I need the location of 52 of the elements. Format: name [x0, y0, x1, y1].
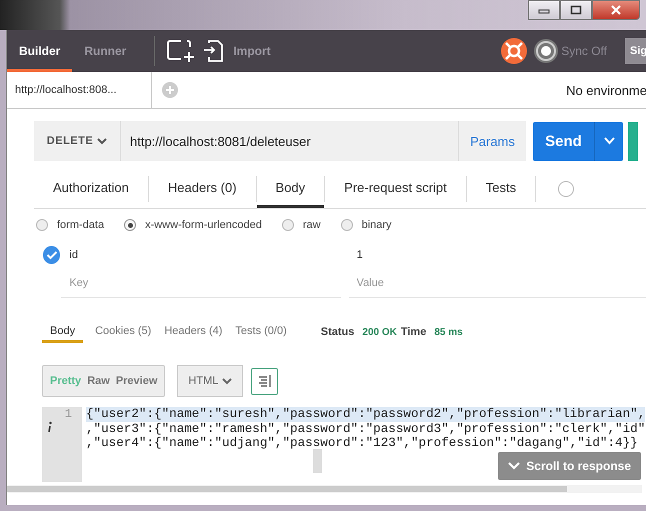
import-icon[interactable]: [203, 39, 224, 63]
time-label: Time: [400, 326, 426, 338]
body-mode-radio[interactable]: x-www-form-urlencoded: [124, 219, 262, 231]
url-field[interactable]: http://localhost:8081/deleteuser: [121, 121, 458, 161]
request-section-tab[interactable]: Tests: [466, 170, 536, 208]
view-mode-button[interactable]: Preview: [112, 375, 160, 387]
send-button[interactable]: Send: [533, 122, 623, 160]
response-tab[interactable]: Body: [42, 321, 84, 343]
radio-indicator[interactable]: [340, 219, 353, 231]
request-section-tab[interactable]: Headers (0): [148, 170, 256, 208]
maximize-icon: [570, 5, 582, 15]
request-section-tab[interactable]: Pre-request script: [325, 170, 466, 208]
response-tab[interactable]: Headers (4): [163, 321, 224, 343]
status-value: 200 OK: [362, 326, 397, 338]
body-mode-radio[interactable]: binary: [340, 219, 392, 231]
interceptor-icon[interactable]: [501, 38, 528, 64]
response-tab[interactable]: Tests (0/0): [234, 321, 288, 343]
key-field[interactable]: Key: [61, 268, 341, 298]
caret-icon: [604, 137, 614, 145]
close-button[interactable]: [592, 0, 640, 20]
code-line: ,"user3":{"name":"ramesh","password":"password3","profession":"clerk","id": [86, 422, 646, 436]
radio-indicator[interactable]: [282, 219, 294, 231]
caret-icon: [222, 378, 232, 384]
param-checkbox[interactable]: [43, 246, 60, 264]
maximize-button[interactable]: [560, 0, 592, 20]
request-section-tab[interactable]: Authorization: [34, 170, 148, 208]
caret-icon: [508, 462, 520, 470]
body-mode-radio[interactable]: raw: [282, 219, 321, 231]
minimize-button[interactable]: [528, 0, 560, 20]
wrap-icon: [258, 374, 272, 388]
time-value: 85 ms: [434, 326, 463, 338]
view-mode-button[interactable]: Raw: [84, 375, 113, 387]
resize-handle[interactable]: [313, 449, 322, 473]
response-tab[interactable]: Cookies (5): [94, 321, 152, 343]
wrap-lines-button[interactable]: [251, 368, 278, 394]
radio-indicator[interactable]: [36, 219, 48, 231]
new-window-icon[interactable]: [167, 39, 196, 63]
line-number: 1: [64, 407, 72, 421]
radio-indicator[interactable]: [124, 219, 136, 231]
format-dropdown[interactable]: HTML: [177, 365, 244, 397]
value-field[interactable]: Value: [348, 268, 646, 298]
status-label: Status: [320, 326, 354, 338]
code-line: ,"user4":{"name":"udjang","password":"123","profession":"dagang","id":4}}: [86, 436, 639, 450]
close-icon: [610, 5, 622, 15]
method-dropdown[interactable]: DELETE: [34, 121, 121, 161]
caret-icon: [97, 138, 108, 144]
check-icon: [46, 250, 58, 260]
sync-icon[interactable]: [533, 38, 560, 64]
info-icon: [47, 421, 53, 433]
body-mode-radio[interactable]: form-data: [36, 219, 104, 231]
scrollbar-thumb[interactable]: [7, 486, 567, 492]
params-button[interactable]: Params: [458, 121, 526, 161]
